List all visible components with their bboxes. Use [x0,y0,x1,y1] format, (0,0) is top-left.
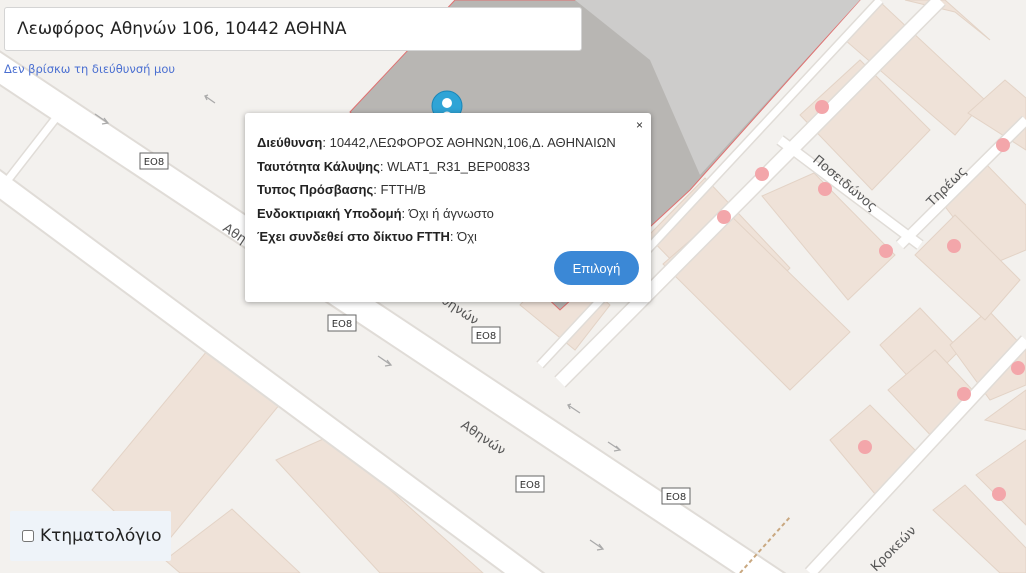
cadastre-checkbox[interactable] [22,530,34,542]
coverage-id-value: WLAT1_R31_BEP00833 [387,158,530,174]
road-shield-label: ΕΟ8 [144,157,165,168]
address-value: 10442,ΛΕΩΦΟΡΟΣ ΑΘΗΝΩΝ,106,Δ. ΑΘΗΝΑΙΩΝ [329,135,616,150]
road-shield: ΕΟ8 [471,326,501,344]
road-shield-label: ΕΟ8 [666,492,687,503]
address-info-popup: × Διεύθυνση: 10442,ΛΕΩΦΟΡΟΣ ΑΘΗΝΩΝ,106,Δ… [245,113,651,302]
select-button[interactable]: Επιλογή [554,251,639,285]
cadastre-label: Κτηματολόγιο [40,526,162,546]
cadastre-layer-toggle[interactable]: Κτηματολόγιο [10,511,171,561]
road-shield: ΕΟ8 [515,475,545,493]
address-not-found-link[interactable]: Δεν βρίσκω τη διεύθυνσή μου [4,62,175,76]
road-shield: ΕΟ8 [139,152,169,170]
close-icon[interactable]: × [636,119,643,131]
ftth-connected-label: Έχει συνδεθεί στο δίκτυο FTTH [257,229,450,244]
in-building-value: Όχι ή άγνωστο [408,205,494,221]
access-type-label: Τυπος Πρόσβασης [257,182,374,197]
road-shield-label: ΕΟ8 [332,319,353,330]
road-shield-label: ΕΟ8 [520,480,541,491]
in-building-label: Ενδοκτιριακή Υποδομή [257,205,402,221]
road-shield-label: ΕΟ8 [476,331,497,342]
popup-row-in-building: Ενδοκτιριακή Υποδομή: Όχι ή άγνωστο [257,205,494,221]
popup-row-ftth-connected: Έχει συνδεθεί στο δίκτυο FTTH: Όχι [257,229,477,244]
popup-row-access-type: Τυπος Πρόσβασης: FTTH/B [257,182,426,197]
coverage-id-label: Ταυτότητα Κάλυψης [257,158,380,174]
address-label: Διεύθυνση [257,135,323,150]
popup-row-coverage-id: Ταυτότητα Κάλυψης: WLAT1_R31_BEP00833 [257,158,530,174]
road-shield: ΕΟ8 [327,314,357,332]
address-search-input[interactable] [4,7,582,51]
access-type-value: FTTH/B [380,182,426,197]
ftth-connected-value: Όχι [457,229,477,244]
road-shield: ΕΟ8 [661,487,691,505]
popup-row-address: Διεύθυνση: 10442,ΛΕΩΦΟΡΟΣ ΑΘΗΝΩΝ,106,Δ. … [257,135,616,150]
